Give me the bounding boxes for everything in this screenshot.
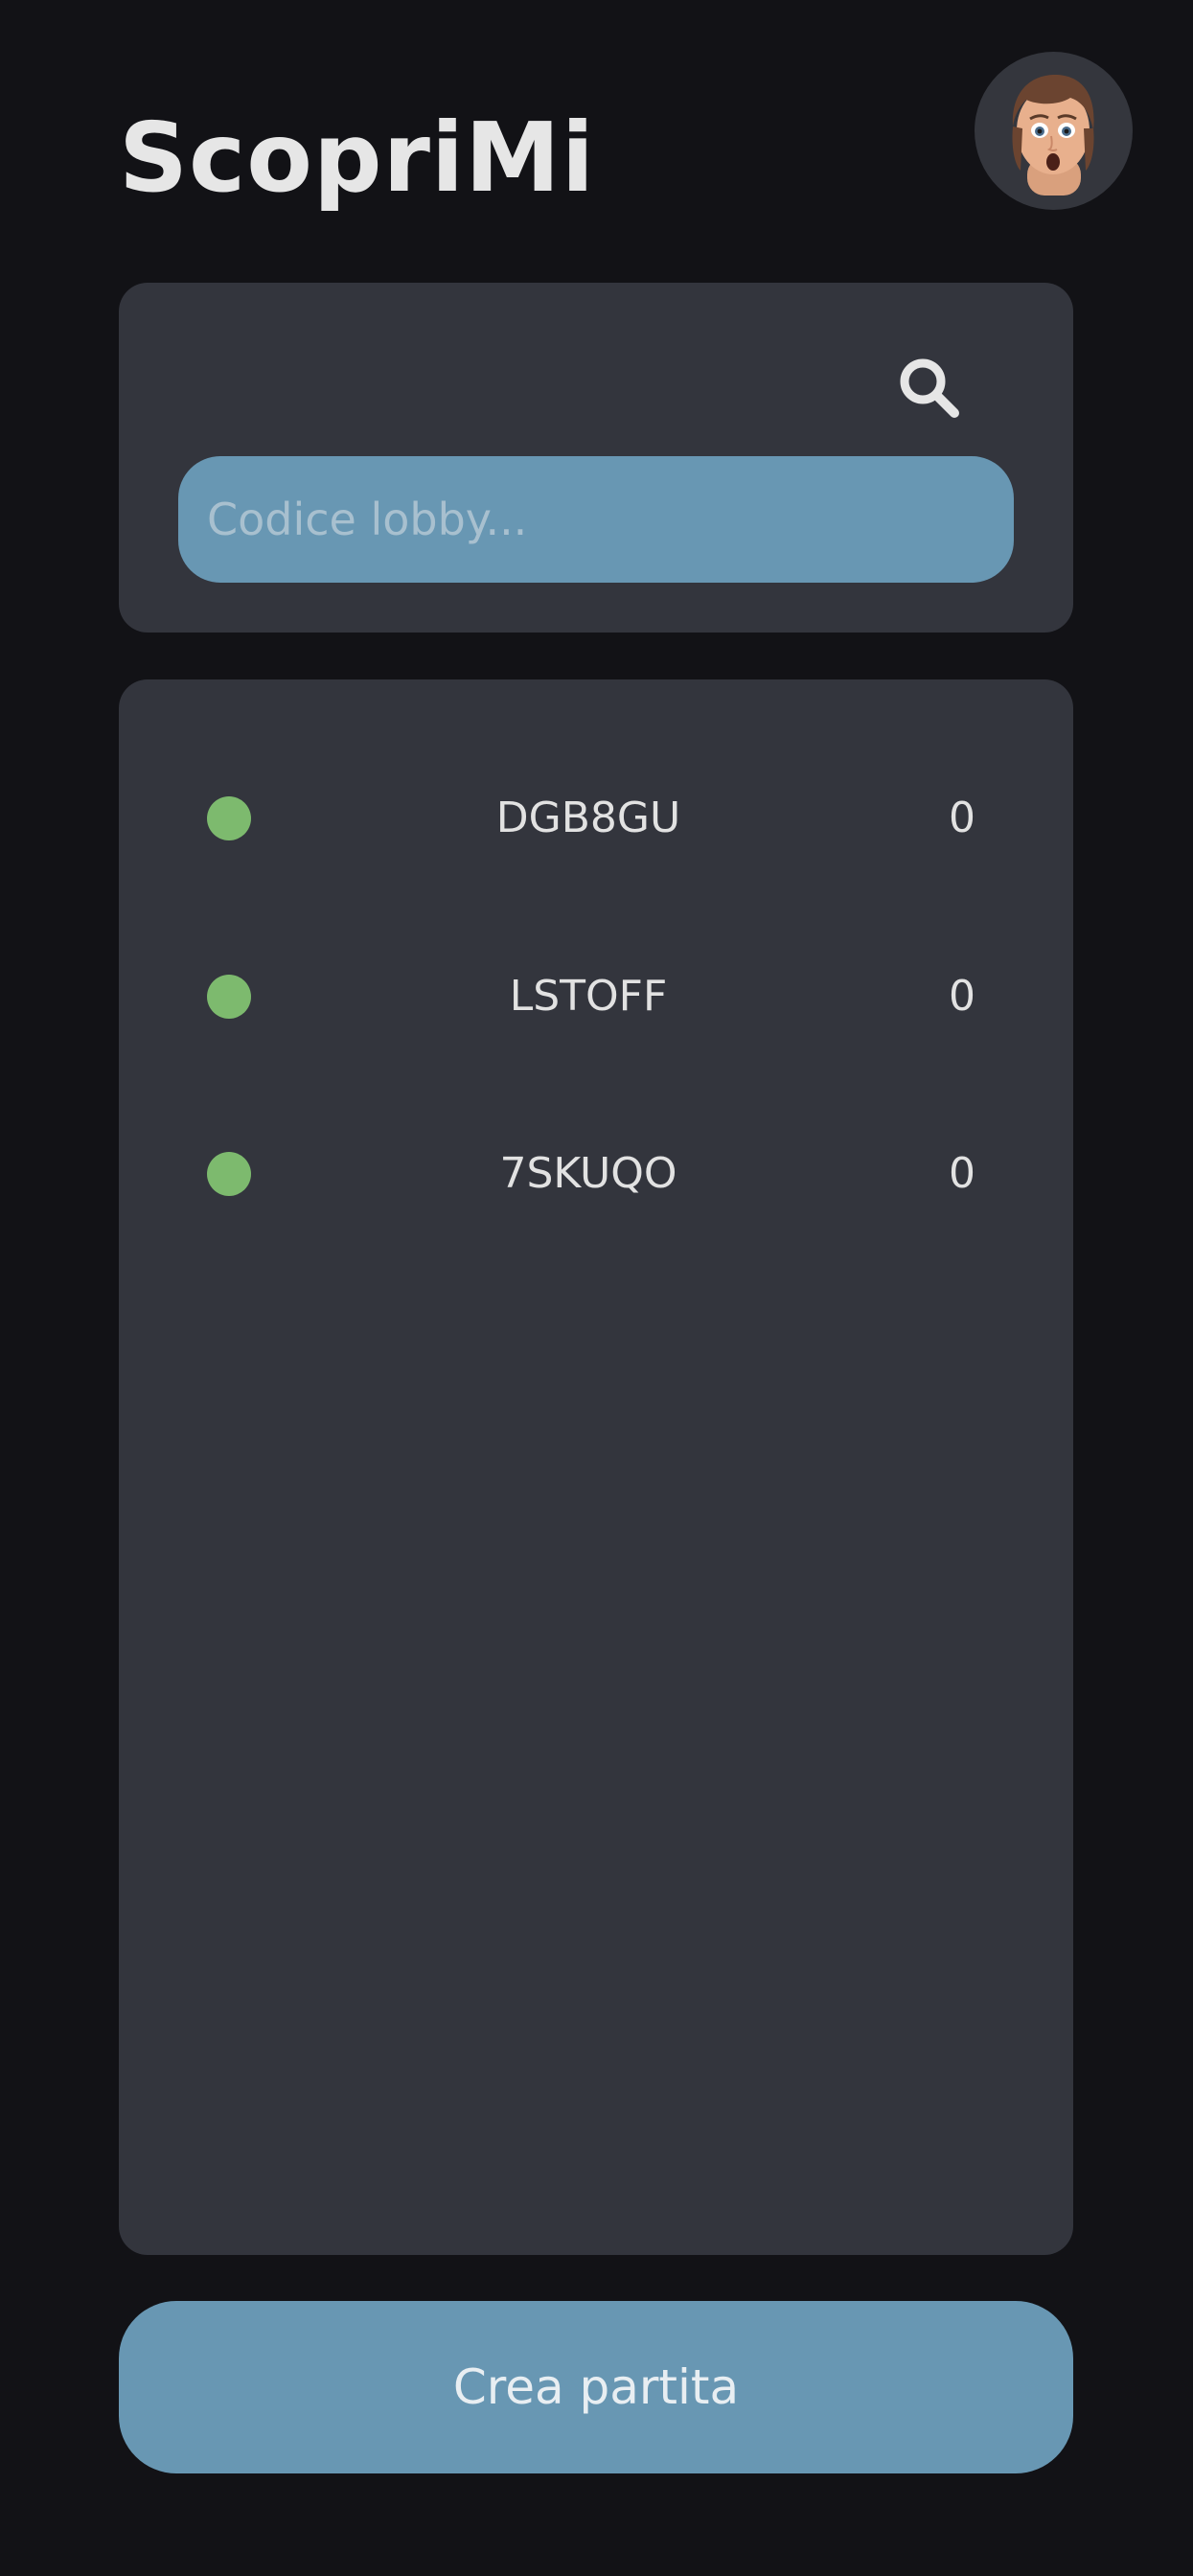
status-online-dot xyxy=(207,975,251,1019)
app-title: ScopriMi xyxy=(119,102,595,214)
memoji-avatar-icon xyxy=(1012,75,1094,196)
lobby-code: LSTOFF xyxy=(509,972,668,1021)
lobby-code: 7SKUQO xyxy=(499,1149,677,1198)
search-icon xyxy=(900,358,959,418)
status-online-dot xyxy=(207,1152,251,1196)
search-button[interactable] xyxy=(891,350,968,426)
profile-avatar[interactable] xyxy=(975,52,1133,210)
lobby-code: DGB8GU xyxy=(495,794,681,842)
lobby-row-3[interactable]: 7SKUQO 0 xyxy=(119,1121,1073,1227)
lobby-list xyxy=(119,679,1073,2255)
lobby-player-count: 0 xyxy=(949,1149,975,1198)
lobby-row-1[interactable]: DGB8GU 0 xyxy=(119,766,1073,871)
lobby-row-2[interactable]: LSTOFF 0 xyxy=(119,944,1073,1049)
status-online-dot xyxy=(207,796,251,840)
lobby-code-input[interactable] xyxy=(178,456,1014,583)
create-game-button[interactable]: Crea partita xyxy=(119,2301,1073,2473)
lobby-player-count: 0 xyxy=(949,972,975,1021)
lobby-player-count: 0 xyxy=(949,794,975,842)
